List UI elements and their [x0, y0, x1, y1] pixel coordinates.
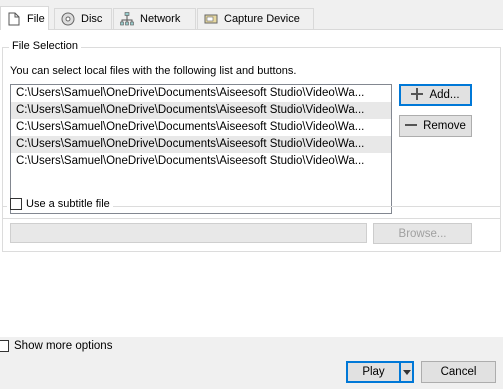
play-button-label: Play [362, 366, 385, 378]
capture-device-icon [204, 12, 218, 26]
remove-button-label: Remove [423, 120, 466, 132]
tab-disc-label: Disc [81, 13, 103, 25]
tab-network[interactable]: Network [113, 8, 196, 29]
tab-capture-device[interactable]: Capture Device [197, 8, 314, 29]
list-item[interactable]: C:\Users\Samuel\OneDrive\Documents\Aisee… [11, 85, 391, 102]
network-icon [120, 12, 134, 26]
file-icon [7, 12, 21, 26]
play-button[interactable]: Play [346, 361, 401, 383]
subtitle-checkbox-label: Use a subtitle file [26, 198, 110, 210]
tab-strip: File Disc Network Capture Device [0, 0, 503, 30]
subtitle-checkbox[interactable] [10, 198, 22, 210]
tab-panel: File Selection You can select local file… [0, 29, 503, 337]
play-button-group: Play [346, 361, 414, 383]
chevron-down-icon [402, 366, 411, 378]
plus-icon [411, 87, 424, 103]
file-selection-hint: You can select local files with the foll… [10, 65, 297, 77]
list-item[interactable]: C:\Users\Samuel\OneDrive\Documents\Aisee… [11, 153, 391, 170]
subtitle-file-field[interactable] [10, 223, 367, 243]
file-selection-title: File Selection [9, 40, 82, 52]
tab-file-label: File [27, 12, 45, 25]
browse-button[interactable]: Browse... [373, 223, 472, 244]
show-more-checkbox[interactable] [0, 340, 9, 352]
tab-network-label: Network [140, 13, 181, 25]
cancel-button[interactable]: Cancel [421, 361, 496, 383]
list-item[interactable]: C:\Users\Samuel\OneDrive\Documents\Aisee… [11, 136, 391, 153]
tab-disc[interactable]: Disc [54, 8, 112, 29]
add-button-label: Add... [429, 89, 460, 101]
tab-capture-device-label: Capture Device [224, 13, 300, 25]
cancel-button-label: Cancel [440, 366, 477, 378]
file-list[interactable]: C:\Users\Samuel\OneDrive\Documents\Aisee… [10, 84, 392, 214]
remove-button[interactable]: Remove [399, 115, 472, 137]
list-item[interactable]: C:\Users\Samuel\OneDrive\Documents\Aisee… [11, 119, 391, 136]
tab-file[interactable]: File [0, 6, 49, 30]
add-button[interactable]: Add... [399, 84, 472, 106]
minus-icon [405, 119, 418, 134]
subtitle-checkbox-row[interactable]: Use a subtitle file [7, 198, 113, 210]
browse-button-label: Browse... [398, 227, 447, 240]
disc-icon [61, 12, 75, 26]
show-more-label: Show more options [14, 340, 113, 352]
list-item[interactable]: C:\Users\Samuel\OneDrive\Documents\Aisee… [11, 102, 391, 119]
show-more-options[interactable]: Show more options [0, 340, 112, 352]
play-dropdown-button[interactable] [400, 361, 414, 383]
